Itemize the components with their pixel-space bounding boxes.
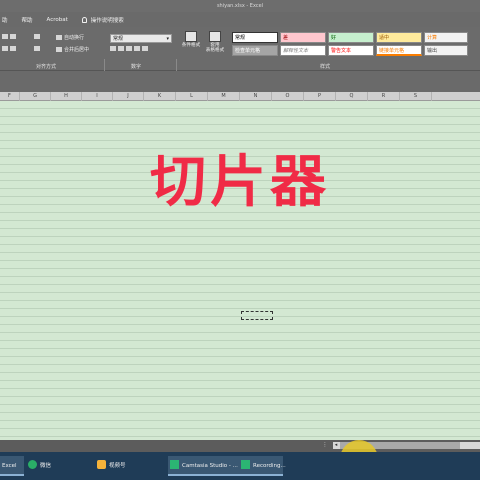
- style-normal[interactable]: 常规: [232, 32, 278, 43]
- style-linked-cell[interactable]: 链接单元格: [376, 45, 422, 56]
- column-header-cell[interactable]: S: [400, 92, 432, 101]
- column-header-cell[interactable]: P: [304, 92, 336, 101]
- style-check-cell[interactable]: 检查单元格: [232, 45, 278, 56]
- cell-styles-gallery: 常规 差 好 适中 计算 检查单元格 解释性文本 警告文本 链接单元格 输出: [232, 32, 468, 58]
- menu-item-acrobat[interactable]: Acrobat: [47, 17, 68, 23]
- indent-icon[interactable]: [34, 46, 42, 52]
- chevron-down-icon: ▾: [166, 36, 169, 42]
- taskbar-item-camtasia[interactable]: Camtasia Studio - ...: [168, 456, 246, 476]
- column-header-cell[interactable]: M: [208, 92, 240, 101]
- wrap-text-icon: [56, 35, 62, 40]
- scroll-left-icon[interactable]: ◂: [333, 442, 339, 449]
- merge-center-button[interactable]: 合并后居中: [56, 46, 89, 53]
- taskbar-item-excel[interactable]: Excel: [0, 456, 24, 476]
- taskbar-item-video-channel[interactable]: 视频号: [95, 456, 165, 476]
- column-header-cell[interactable]: [432, 92, 480, 101]
- style-explanatory[interactable]: 解释性文本: [280, 45, 326, 56]
- style-good[interactable]: 好: [328, 32, 374, 43]
- column-header-cell[interactable]: H: [51, 92, 82, 101]
- column-header-cell[interactable]: Q: [336, 92, 368, 101]
- style-output[interactable]: 输出: [424, 45, 468, 56]
- align-left-icon[interactable]: [2, 46, 18, 52]
- number-format-select[interactable]: 常规 ▾: [110, 34, 172, 43]
- wrap-text-label: 自动换行: [64, 35, 85, 41]
- conditional-format-button[interactable]: 条件格式: [180, 31, 202, 55]
- sheet-options-icon[interactable]: ⋮: [322, 442, 328, 449]
- wrap-text-button[interactable]: 自动换行: [56, 34, 84, 41]
- column-header: F G H I J K L M N O P Q R S: [0, 92, 480, 101]
- merge-center-label: 合并后居中: [64, 47, 90, 53]
- camtasia-icon: [170, 460, 179, 469]
- number-format-icons[interactable]: [110, 46, 150, 52]
- sheet-big-title: 切片器: [150, 150, 330, 215]
- style-bad[interactable]: 差: [280, 32, 326, 43]
- taskbar-item-recording[interactable]: Recording...: [239, 456, 286, 476]
- conditional-format-label: 条件格式: [181, 43, 201, 48]
- lightbulb-icon: [81, 16, 87, 23]
- menu-bar: 助 帮助 Acrobat 操作说明搜索: [0, 12, 480, 27]
- conditional-format-icon: [185, 31, 197, 42]
- column-header-cell[interactable]: G: [20, 92, 51, 101]
- wechat-icon: [28, 460, 37, 469]
- column-header-cell[interactable]: F: [0, 92, 20, 101]
- tell-me-search[interactable]: 操作说明搜索: [81, 16, 124, 24]
- window-title: shiyan.xlsx - Excel: [0, 0, 480, 12]
- column-header-cell[interactable]: N: [240, 92, 272, 101]
- group-label-number: 数字: [131, 64, 142, 70]
- copy-selection-marquee[interactable]: [241, 311, 273, 320]
- menu-item-help-partial[interactable]: 助: [2, 16, 8, 24]
- merge-center-icon: [56, 47, 62, 52]
- column-header-cell[interactable]: R: [368, 92, 400, 101]
- style-warning[interactable]: 警告文本: [328, 45, 374, 56]
- orientation-icon[interactable]: [34, 34, 42, 40]
- style-neutral[interactable]: 适中: [376, 32, 422, 43]
- column-header-cell[interactable]: O: [272, 92, 304, 101]
- recording-icon: [241, 460, 250, 469]
- align-top-icon[interactable]: [2, 34, 18, 40]
- column-header-cell[interactable]: K: [144, 92, 176, 101]
- menu-item-help[interactable]: 帮助: [22, 16, 33, 24]
- table-format-icon: [209, 31, 221, 42]
- taskbar-item-wechat[interactable]: 微信: [26, 456, 88, 476]
- number-format-value: 常规: [113, 36, 124, 42]
- table-format-label-2: 表格格式: [205, 48, 225, 53]
- excel-window: shiyan.xlsx - Excel 助 帮助 Acrobat 操作说明搜索 …: [0, 0, 480, 480]
- table-format-button[interactable]: 套用 表格格式: [204, 31, 226, 55]
- group-label-styles: 样式: [320, 64, 331, 70]
- video-channel-icon: [97, 460, 106, 469]
- column-header-cell[interactable]: I: [82, 92, 113, 101]
- formula-bar-area: [0, 71, 480, 92]
- group-label-alignment: 对齐方式: [36, 64, 57, 70]
- style-calculation[interactable]: 计算: [424, 32, 468, 43]
- column-header-cell[interactable]: L: [176, 92, 208, 101]
- tell-me-label: 操作说明搜索: [90, 17, 124, 24]
- column-header-cell[interactable]: J: [113, 92, 144, 101]
